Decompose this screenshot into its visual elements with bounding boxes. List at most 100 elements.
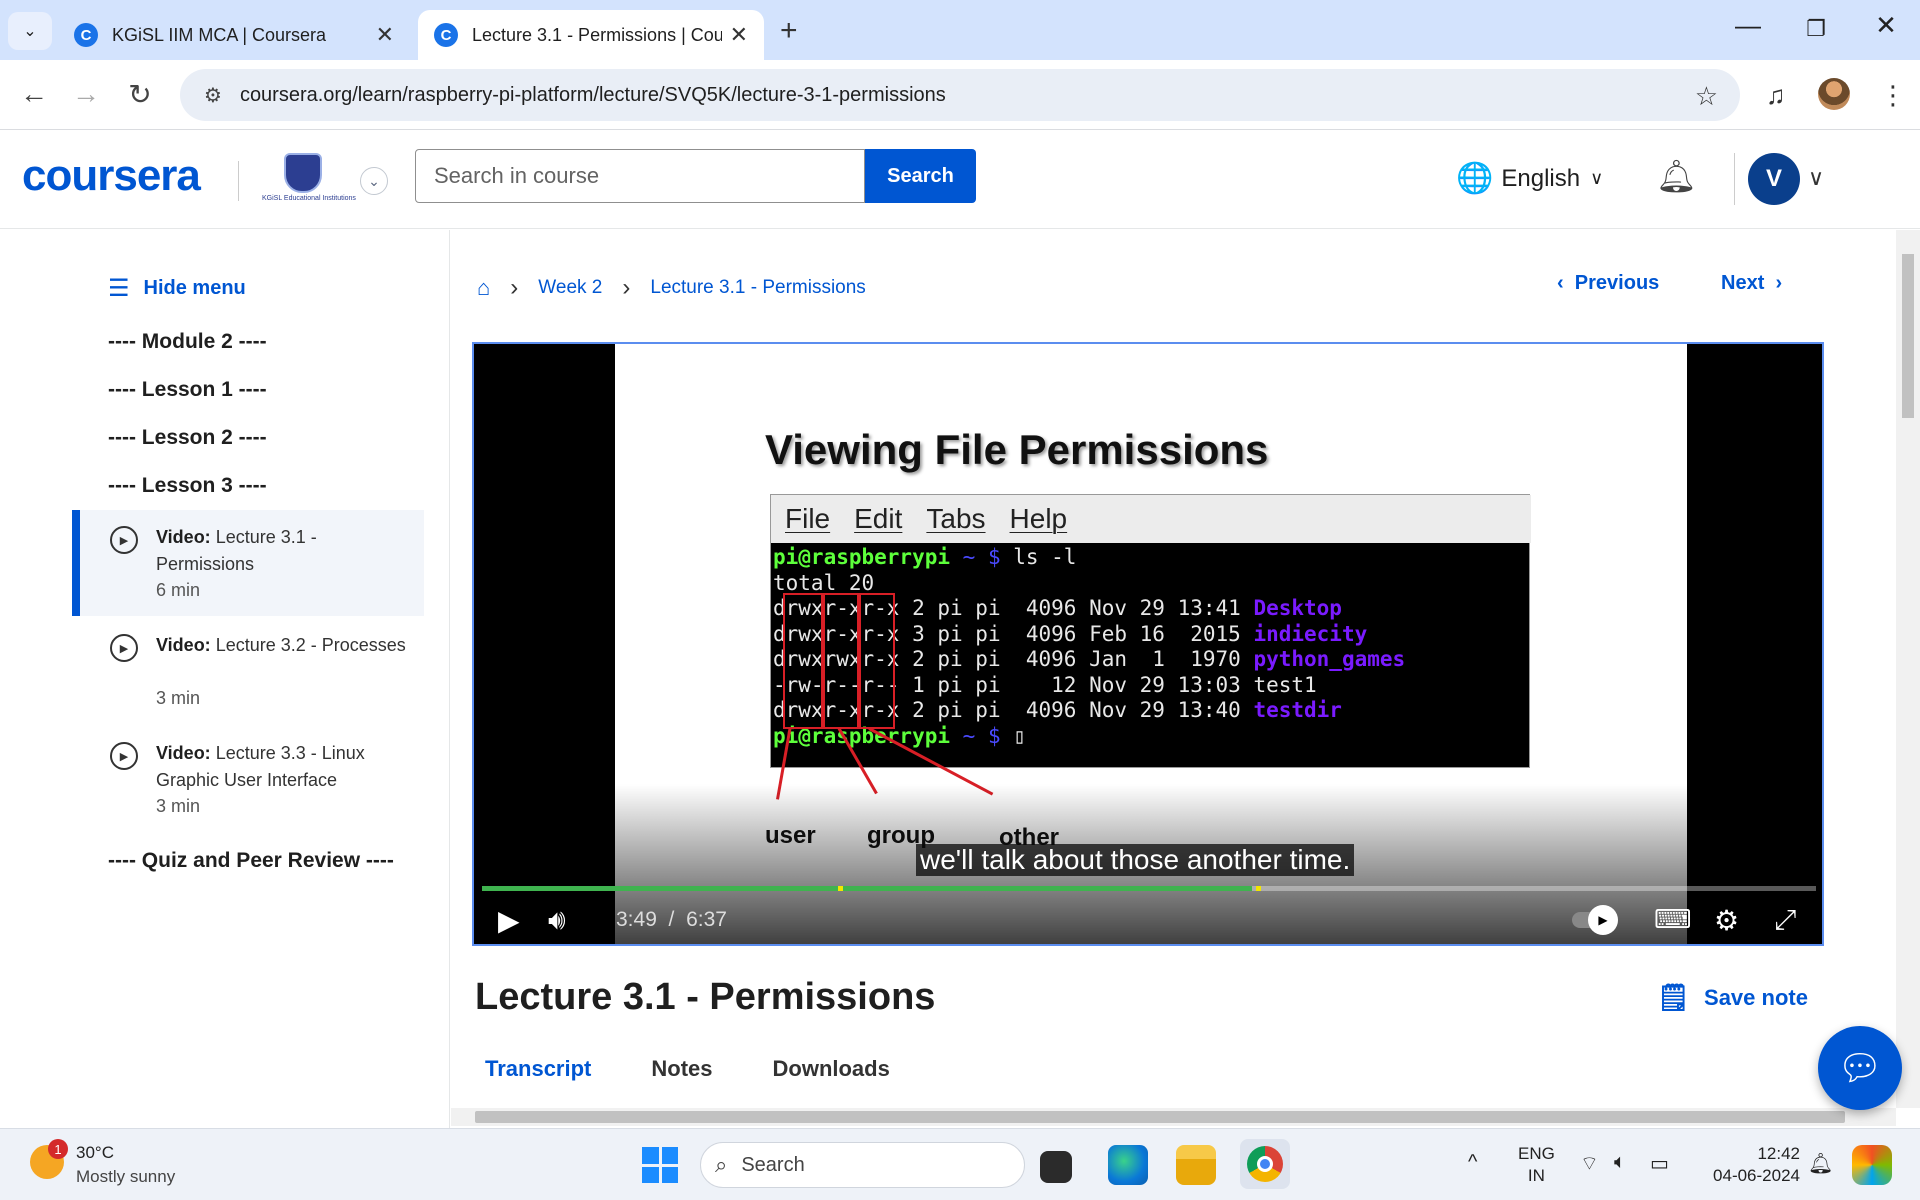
- sidebar-item-lecture-3-2[interactable]: ▶ Video: Lecture 3.2 - Processes 3 min: [72, 618, 424, 724]
- show-hidden-icons[interactable]: ^: [1468, 1151, 1477, 1174]
- speaker-icon[interactable]: 🔈︎: [1614, 1151, 1626, 1174]
- volume-icon[interactable]: 🔊︎: [548, 904, 566, 937]
- url-bar[interactable]: ⚙ coursera.org/learn/raspberry-pi-platfo…: [180, 69, 1740, 121]
- horizontal-scrollbar[interactable]: [451, 1108, 1896, 1126]
- media-control-icon[interactable]: ♫: [1766, 80, 1786, 111]
- chapter-marker: [838, 886, 844, 891]
- video-caption: we'll talk about those another time.: [916, 844, 1355, 876]
- hide-menu-label: Hide menu: [143, 277, 246, 299]
- chat-bubble-icon: 💬︎: [1837, 1047, 1883, 1088]
- sidebar-item-lecture-3-3[interactable]: ▶ Video: Lecture 3.3 - Linux Graphic Use…: [72, 726, 424, 832]
- back-button[interactable]: ←: [14, 78, 54, 110]
- close-tab-icon[interactable]: ✕: [376, 22, 394, 48]
- lesson-heading[interactable]: ---- Lesson 1 ----: [108, 378, 267, 402]
- copilot-icon[interactable]: [1852, 1145, 1892, 1185]
- coursera-header: coursera KGiSL Educational Institutions …: [0, 131, 1920, 229]
- institution-logo[interactable]: KGiSL Educational Institutions: [262, 153, 356, 205]
- autoplay-toggle[interactable]: ▶: [1572, 905, 1618, 935]
- edge-browser-icon[interactable]: [1108, 1145, 1148, 1185]
- chat-button[interactable]: 💬︎: [1818, 1026, 1902, 1110]
- chapter-marker: [1255, 886, 1261, 891]
- restore-button[interactable]: ❐: [1796, 16, 1836, 42]
- weather-temperature[interactable]: 30°C: [76, 1143, 114, 1163]
- notifications-bell-icon[interactable]: 🔔︎: [1656, 157, 1697, 195]
- notification-bell-icon[interactable]: 🔔︎: [1808, 1151, 1833, 1176]
- task-view-icon[interactable]: [1040, 1151, 1072, 1183]
- language-label: English: [1501, 164, 1581, 192]
- hamburger-icon: ☰: [108, 275, 130, 302]
- chevron-right-icon: ›: [510, 274, 519, 301]
- subtitles-icon[interactable]: ⌨: [1654, 904, 1692, 935]
- home-icon[interactable]: ⌂: [477, 275, 490, 301]
- chevron-down-icon[interactable]: ∨: [1808, 165, 1824, 191]
- close-tab-icon[interactable]: ✕: [730, 22, 748, 48]
- user-avatar[interactable]: V: [1748, 153, 1800, 205]
- scroll-thumb[interactable]: [1902, 254, 1914, 418]
- lesson-duration: 3 min: [156, 688, 201, 708]
- save-note-button[interactable]: 🗒︎ Save note: [1657, 982, 1808, 1013]
- terminal-menu-file: File: [785, 503, 831, 534]
- hide-menu-button[interactable]: ☰ Hide menu: [108, 274, 246, 303]
- bookmark-star-icon[interactable]: ☆: [1695, 81, 1718, 112]
- breadcrumb-week[interactable]: Week 2: [538, 277, 602, 299]
- chrome-taskbar-button[interactable]: [1240, 1139, 1290, 1189]
- browser-tab-lecture[interactable]: C Lecture 3.1 - Permissions | Coursera ✕: [418, 10, 764, 60]
- forward-button[interactable]: →: [66, 78, 106, 110]
- chevron-right-icon: ›: [622, 274, 631, 301]
- lesson-duration: 6 min: [156, 580, 201, 600]
- reload-button[interactable]: ↻: [120, 78, 160, 111]
- breadcrumb-lecture[interactable]: Lecture 3.1 - Permissions: [650, 277, 865, 299]
- tab-search-button[interactable]: ⌄: [8, 12, 52, 50]
- quiz-heading[interactable]: ---- Quiz and Peer Review ----: [108, 846, 408, 876]
- video-time: 3:49 / 6:37: [616, 908, 727, 931]
- wifi-icon[interactable]: ⌔: [1580, 1151, 1599, 1176]
- search-button[interactable]: Search: [865, 149, 976, 203]
- close-window-button[interactable]: ✕: [1866, 10, 1906, 41]
- page-title: Lecture 3.1 - Permissions: [475, 976, 936, 1018]
- tab-notes[interactable]: Notes: [651, 1056, 712, 1092]
- vertical-scrollbar[interactable]: [1896, 230, 1920, 1108]
- browser-tab-kgisl[interactable]: C KGiSL IIM MCA | Coursera ✕: [58, 10, 410, 60]
- input-language-indicator[interactable]: ENG IN: [1518, 1143, 1555, 1187]
- coursera-logo[interactable]: coursera: [22, 151, 201, 201]
- tab-transcript[interactable]: Transcript: [485, 1056, 591, 1092]
- clock-time: 12:42: [1757, 1144, 1800, 1163]
- settings-gear-icon[interactable]: ⚙: [1714, 904, 1739, 937]
- lang-region: IN: [1527, 1166, 1545, 1185]
- module-heading[interactable]: ---- Module 2 ----: [108, 330, 267, 354]
- play-circle-icon: ▶: [110, 742, 138, 770]
- play-icon[interactable]: ▶: [498, 904, 520, 937]
- minimize-button[interactable]: —: [1728, 10, 1768, 41]
- course-search-input[interactable]: [415, 149, 865, 203]
- browser-menu-icon[interactable]: ⋮: [1880, 80, 1906, 111]
- previous-button[interactable]: ‹ Previous: [1557, 272, 1659, 295]
- institution-dropdown-icon[interactable]: ⌄: [360, 167, 388, 195]
- site-info-icon[interactable]: ⚙: [204, 83, 222, 108]
- battery-icon[interactable]: ▭: [1650, 1151, 1669, 1176]
- new-tab-button[interactable]: +: [780, 14, 798, 48]
- lesson-heading[interactable]: ---- Lesson 3 ----: [108, 474, 267, 498]
- clock-date: 04-06-2024: [1713, 1166, 1800, 1185]
- search-icon: ⌕: [715, 1152, 728, 1177]
- system-clock[interactable]: 12:42 04-06-2024: [1700, 1143, 1800, 1187]
- fullscreen-icon[interactable]: ⤢: [1774, 904, 1796, 937]
- language-selector[interactable]: 🌐 English ∨: [1456, 161, 1603, 196]
- browser-profile-avatar[interactable]: [1818, 78, 1850, 110]
- video-progress-bar[interactable]: [482, 886, 1816, 891]
- terminal-menu-tabs: Tabs: [926, 503, 986, 534]
- file-explorer-icon[interactable]: [1176, 1145, 1216, 1185]
- play-circle-icon: ▶: [110, 634, 138, 662]
- scroll-thumb[interactable]: [475, 1111, 1845, 1123]
- previous-label: Previous: [1574, 272, 1660, 294]
- windows-start-icon[interactable]: [642, 1147, 678, 1183]
- coursera-favicon-icon: C: [434, 23, 458, 47]
- lesson-title: Video: Lecture 3.1 - Permissions: [156, 527, 317, 574]
- tab-downloads[interactable]: Downloads: [773, 1056, 890, 1092]
- weather-description[interactable]: Mostly sunny: [76, 1167, 175, 1187]
- globe-icon: 🌐: [1456, 162, 1494, 195]
- taskbar-search[interactable]: ⌕ Search: [700, 1142, 1025, 1188]
- next-button[interactable]: Next ›: [1721, 272, 1782, 295]
- video-player[interactable]: Viewing File Permissions File Edit Tabs …: [472, 342, 1824, 946]
- lesson-heading[interactable]: ---- Lesson 2 ----: [108, 426, 267, 450]
- sidebar-item-lecture-3-1[interactable]: ▶ Video: Lecture 3.1 - Permissions 6 min: [72, 510, 424, 616]
